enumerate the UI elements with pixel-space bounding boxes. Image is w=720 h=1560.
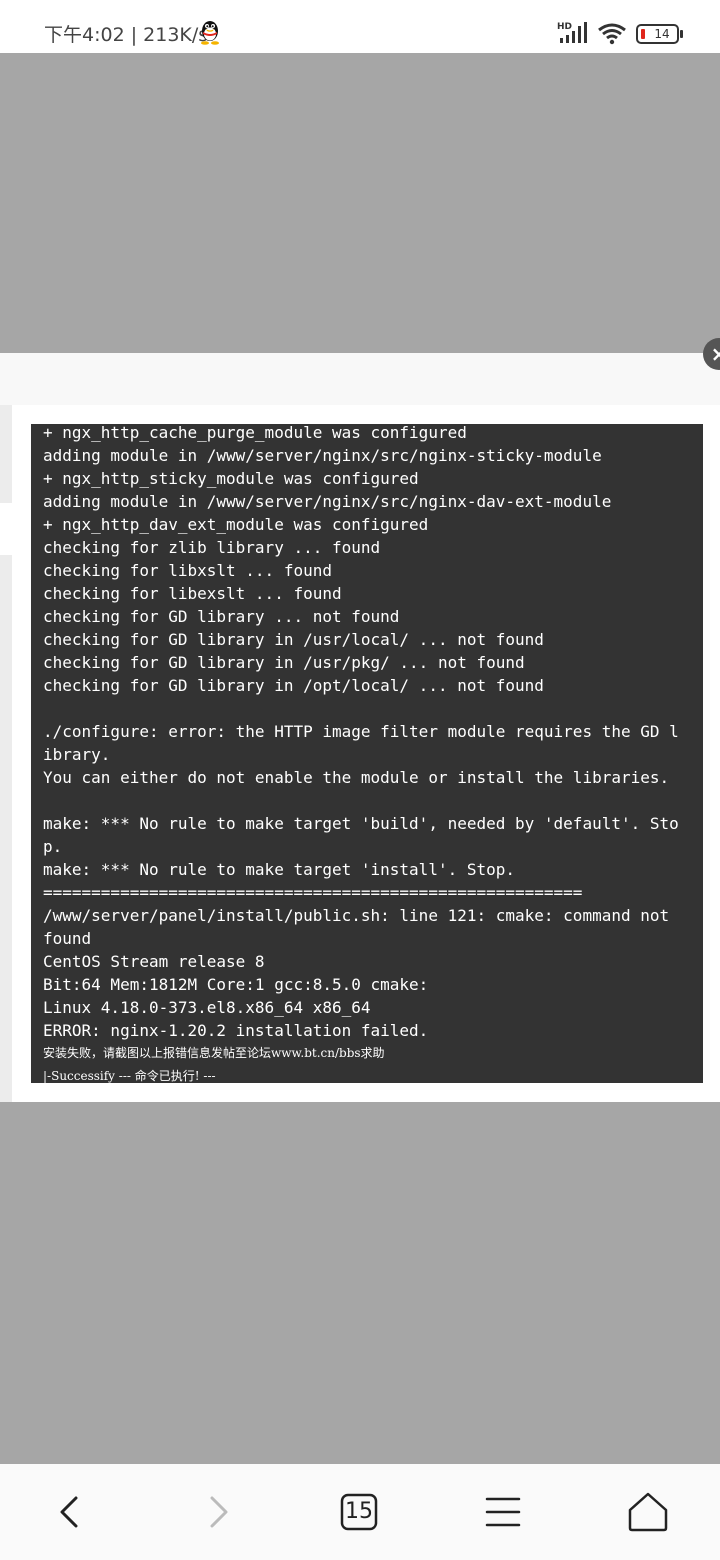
forward-button[interactable] <box>190 1484 246 1540</box>
back-icon <box>60 1496 78 1528</box>
menu-button[interactable] <box>475 1484 531 1540</box>
battery-level: 14 <box>654 27 670 41</box>
terminal-line: + ngx_http_cache_purge_module was config… <box>43 424 467 442</box>
wifi-icon <box>597 22 627 46</box>
terminal-line: make: *** No rule to make target 'instal… <box>43 860 516 879</box>
terminal-line: checking for libxslt ... found <box>43 561 332 580</box>
terminal-line: checking for zlib library ... found <box>43 538 381 557</box>
terminal-line: Bit:64 Mem:1812M Core:1 gcc:8.5.0 cmake: <box>43 975 429 994</box>
back-button[interactable] <box>42 1484 98 1540</box>
terminal-line: |-Successify --- 命令已执行! --- <box>43 1069 216 1083</box>
forward-icon <box>210 1496 228 1528</box>
svg-text:HD: HD <box>557 22 572 32</box>
terminal-line: found <box>43 929 92 948</box>
left-edge-panel <box>0 405 12 503</box>
terminal-line: checking for libexslt ... found <box>43 584 342 603</box>
terminal-lines: + ngx_http_cache_purge_module was config… <box>43 424 697 1083</box>
terminal-line: checking for GD library in /usr/local/ .… <box>43 630 544 649</box>
terminal-line: ./configure: error: the HTTP image filte… <box>43 722 679 741</box>
terminal-line: ERROR: nginx-1.20.2 installation failed. <box>43 1021 429 1040</box>
terminal-line: checking for GD library in /usr/pkg/ ...… <box>43 653 525 672</box>
terminal-line: Linux 4.18.0-373.el8.x86_64 x86_64 <box>43 998 371 1017</box>
menu-icon <box>485 1497 521 1527</box>
terminal-line: make: *** No rule to make target 'build'… <box>43 814 679 833</box>
left-edge-panel-lower <box>0 555 12 1102</box>
terminal-line: p. <box>43 837 63 856</box>
bottom-nav: 15 <box>0 1464 720 1560</box>
tabs-button[interactable]: 15 <box>331 1484 387 1540</box>
home-button[interactable] <box>620 1484 676 1540</box>
modal-header <box>0 353 720 406</box>
terminal-line: checking for GD library in /opt/local/ .… <box>43 676 544 695</box>
qq-icon <box>199 19 221 45</box>
terminal-output: + ngx_http_cache_purge_module was config… <box>31 424 703 1083</box>
terminal-line: You can either do not enable the module … <box>43 768 670 787</box>
status-bar: 下午4:02 | 213K/s HD 14 <box>0 0 720 53</box>
home-icon <box>628 1492 668 1532</box>
terminal-line: ibrary. <box>43 745 111 764</box>
status-divider: | <box>130 24 138 46</box>
terminal-line: + ngx_http_dav_ext_module was configured <box>43 515 429 534</box>
terminal-line: adding module in /www/server/nginx/src/n… <box>43 492 612 511</box>
terminal-line: 安装失败，请截图以上报错信息发帖至论坛www.bt.cn/bbs求助 <box>43 1046 385 1060</box>
terminal-line: + ngx_http_sticky_module was configured <box>43 469 419 488</box>
status-time: 下午4:02 <box>44 24 125 46</box>
signal-icon: HD <box>556 20 588 46</box>
terminal-line: adding module in /www/server/nginx/src/n… <box>43 446 602 465</box>
terminal-line: checking for GD library ... not found <box>43 607 400 626</box>
status-time-speed: 下午4:02 | 213K/s <box>44 20 208 47</box>
tabs-count: 15 <box>345 1499 373 1524</box>
terminal-line: CentOS Stream release 8 <box>43 952 265 971</box>
terminal-line: ========================================… <box>43 883 583 902</box>
terminal-line: /www/server/panel/install/public.sh: lin… <box>43 906 670 925</box>
battery-icon: 14 <box>636 23 684 45</box>
